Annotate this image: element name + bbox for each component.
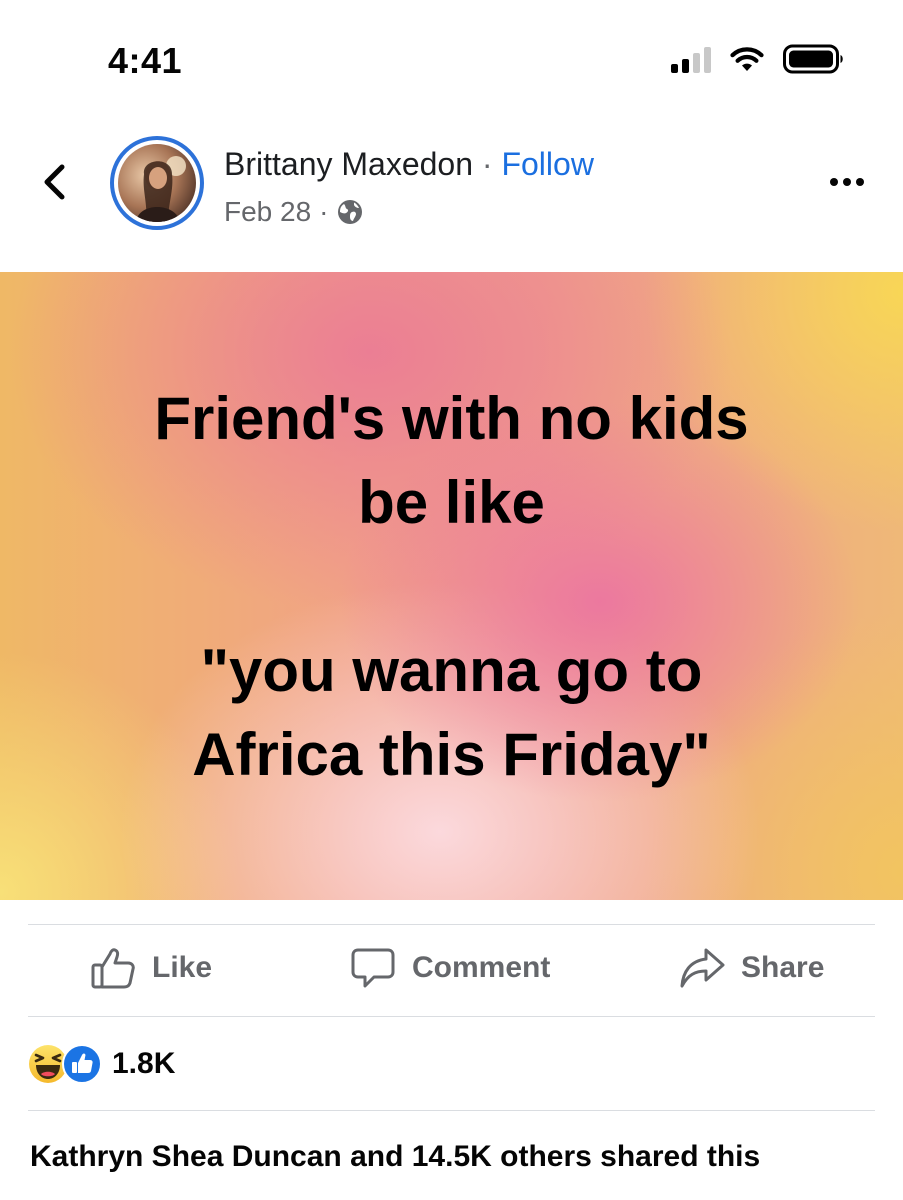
author-name[interactable]: Brittany Maxedon bbox=[224, 146, 473, 182]
divider bbox=[28, 1110, 875, 1111]
reaction-count: 1.8K bbox=[112, 1047, 176, 1080]
post-text-line: "you wanna go to bbox=[200, 637, 703, 704]
divider bbox=[28, 1016, 875, 1017]
share-label: Share bbox=[741, 951, 825, 984]
status-icons bbox=[671, 44, 845, 74]
more-dot-icon bbox=[830, 178, 838, 186]
reactions-summary[interactable]: 1.8K bbox=[28, 1044, 175, 1084]
cellular-signal-icon bbox=[671, 45, 711, 73]
wifi-icon bbox=[730, 47, 764, 71]
share-button[interactable]: Share bbox=[679, 946, 824, 990]
author-line: Brittany Maxedon · Follow bbox=[224, 146, 594, 183]
comment-button[interactable]: Comment bbox=[350, 946, 550, 990]
action-bar: Like Comment Share bbox=[28, 926, 875, 1016]
post-screen: 4:41 Brittany Maxedon · Follow Feb 28 · … bbox=[0, 0, 903, 1200]
globe-icon bbox=[337, 200, 362, 224]
author-avatar[interactable] bbox=[110, 136, 204, 230]
chevron-left-icon bbox=[44, 164, 65, 200]
post-text-line: be like bbox=[358, 469, 545, 536]
post-date[interactable]: Feb 28 bbox=[224, 196, 311, 228]
comment-label: Comment bbox=[412, 951, 551, 984]
post-text: Friend's with no kids be like "you wanna… bbox=[154, 377, 748, 797]
post-background-card[interactable]: Friend's with no kids be like "you wanna… bbox=[0, 272, 903, 900]
like-button[interactable]: Like bbox=[90, 946, 212, 990]
shared-by-text[interactable]: Kathryn Shea Duncan and 14.5K others sha… bbox=[30, 1140, 760, 1174]
more-options-button[interactable] bbox=[825, 168, 869, 196]
meta-separator: · bbox=[319, 196, 329, 227]
battery-icon bbox=[783, 44, 843, 74]
post-text-line: Friend's with no kids bbox=[154, 385, 749, 452]
status-time: 4:41 bbox=[108, 40, 183, 81]
post-text-line: Africa this Friday" bbox=[192, 721, 711, 788]
more-dot-icon bbox=[856, 178, 864, 186]
thumbs-up-reaction-icon bbox=[62, 1044, 102, 1084]
more-dot-icon bbox=[843, 178, 851, 186]
avatar bbox=[118, 144, 196, 222]
name-separator: · bbox=[473, 146, 502, 182]
divider bbox=[28, 924, 875, 925]
follow-button[interactable]: Follow bbox=[501, 146, 593, 182]
back-button[interactable] bbox=[34, 160, 74, 204]
comment-icon bbox=[351, 948, 395, 988]
like-label: Like bbox=[152, 951, 213, 984]
thumbs-up-icon bbox=[91, 948, 135, 989]
share-arrow-icon bbox=[680, 948, 725, 988]
post-text-spacer bbox=[154, 545, 748, 629]
post-meta: Feb 28 · bbox=[224, 196, 363, 228]
